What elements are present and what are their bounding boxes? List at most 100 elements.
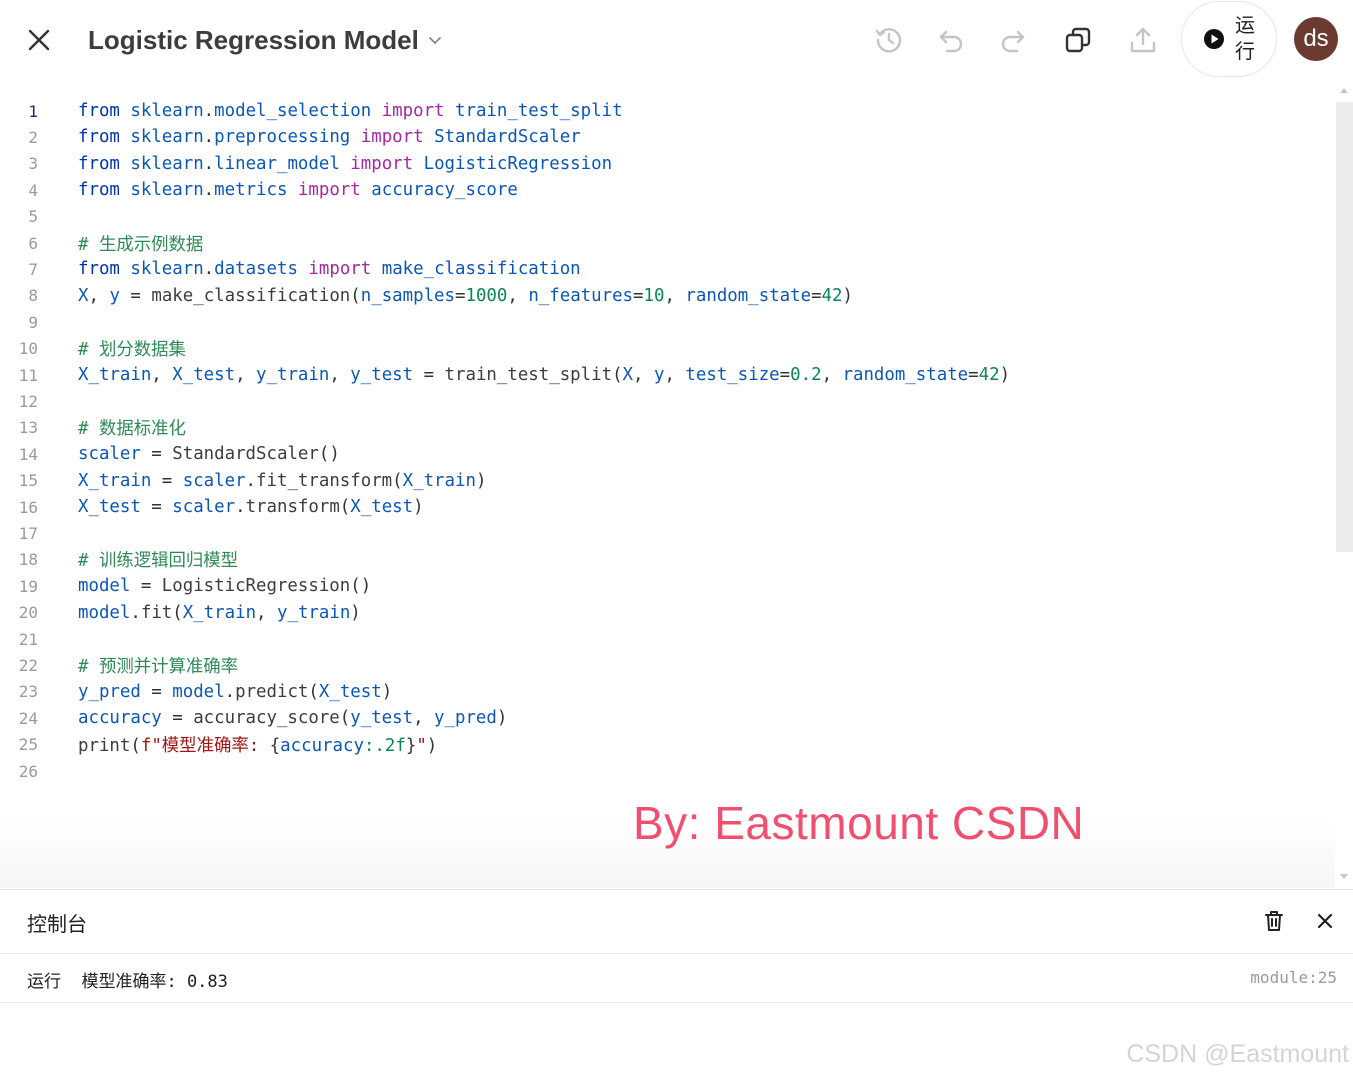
- code-token: n_samples: [360, 285, 455, 306]
- code-token: ): [475, 470, 487, 491]
- code-line[interactable]: 24 accuracy = accuracy_score(y_test, y_pr…: [0, 705, 1335, 731]
- code-token: =: [779, 365, 791, 385]
- copy-button[interactable]: [1058, 20, 1098, 60]
- code-token: from: [78, 153, 120, 174]
- code-token: ,: [664, 365, 686, 385]
- line-number: 24: [18, 708, 38, 728]
- scroll-down-arrow-icon[interactable]: [1340, 874, 1348, 879]
- code-token: (: [339, 708, 351, 729]
- code-token: (): [318, 444, 340, 465]
- editor-scrollbar[interactable]: [1336, 86, 1353, 886]
- code-line[interactable]: 22 # 预测并计算准确率: [0, 652, 1335, 678]
- code-line[interactable]: 5: [0, 204, 1335, 230]
- code-line[interactable]: 12: [0, 388, 1335, 414]
- code-line[interactable]: 23 y_pred = model.predict(X_test): [0, 679, 1335, 705]
- close-console-button[interactable]: [1312, 908, 1338, 934]
- code-token: # 数据标准化: [78, 419, 186, 440]
- code-line[interactable]: 13 # 数据标准化: [0, 415, 1335, 441]
- document-title-dropdown[interactable]: Logistic Regression Model: [88, 22, 443, 58]
- code-token: sklearn: [130, 101, 204, 121]
- line-number: 25: [18, 735, 38, 755]
- code-line[interactable]: 1 from sklearn.model_selection import tra…: [0, 98, 1335, 124]
- code-token: fit: [140, 602, 173, 623]
- code-text: model.fit(X_train, y_train): [78, 603, 361, 623]
- code-token: ": [416, 736, 427, 757]
- code-line[interactable]: 7 from sklearn.datasets import make_class…: [0, 256, 1335, 282]
- code-token: y_pred: [434, 708, 497, 729]
- code-text: # 生成示例数据: [78, 231, 203, 256]
- code-token: scaler: [78, 444, 141, 465]
- code-line[interactable]: 20 model.fit(X_train, y_train): [0, 600, 1335, 626]
- code-line[interactable]: 16 X_test = scaler.transform(X_test): [0, 494, 1335, 520]
- code-token: sklearn: [130, 180, 204, 201]
- code-line[interactable]: 8 X, y = make_classification(n_samples=10…: [0, 283, 1335, 309]
- code-line[interactable]: 14 scaler = StandardScaler(): [0, 441, 1335, 467]
- code-editor[interactable]: 1 from sklearn.model_selection import tra…: [0, 97, 1335, 887]
- scrollbar-thumb[interactable]: [1336, 102, 1353, 552]
- code-text: # 训练逻辑回归模型: [78, 547, 238, 572]
- scroll-up-arrow-icon[interactable]: [1340, 88, 1348, 93]
- code-line[interactable]: 3 from sklearn.linear_model import Logist…: [0, 151, 1335, 177]
- code-token: model: [78, 576, 131, 597]
- code-token: ): [413, 497, 424, 517]
- code-line[interactable]: 10 # 划分数据集: [0, 336, 1335, 362]
- code-line[interactable]: 26: [0, 758, 1335, 784]
- line-number: 18: [18, 550, 38, 570]
- code-token: ): [496, 708, 508, 729]
- line-number: 22: [18, 655, 38, 675]
- code-token: =: [633, 285, 644, 306]
- export-button[interactable]: [1123, 20, 1163, 60]
- code-token: ,: [413, 708, 435, 729]
- code-line[interactable]: 18 # 训练逻辑回归模型: [0, 547, 1335, 573]
- code-text: from sklearn.datasets import make_classi…: [78, 259, 581, 279]
- code-token: X_test: [318, 681, 382, 702]
- code-token: LogisticRegression: [161, 576, 351, 597]
- undo-button[interactable]: [931, 20, 971, 60]
- code-text: # 预测并计算准确率: [78, 653, 238, 678]
- code-line[interactable]: 11 X_train, X_test, y_train, y_test = tra…: [0, 362, 1335, 388]
- history-button[interactable]: [869, 20, 909, 60]
- author-watermark: By: Eastmount CSDN: [633, 797, 1085, 849]
- code-token: import: [297, 180, 361, 201]
- code-text: accuracy = accuracy_score(y_test, y_pred…: [78, 708, 507, 728]
- code-token: ,: [664, 285, 686, 306]
- code-token: .: [203, 101, 215, 121]
- console-source-link[interactable]: module:25: [1250, 968, 1337, 987]
- code-token: test_size: [685, 365, 780, 385]
- code-token: from: [78, 127, 120, 148]
- code-line[interactable]: 15 X_train = scaler.fit_transform(X_train…: [0, 468, 1335, 494]
- code-token: ): [999, 365, 1011, 385]
- code-text: from sklearn.linear_model import Logisti…: [78, 154, 612, 174]
- code-line[interactable]: 9: [0, 309, 1335, 335]
- code-line[interactable]: 17: [0, 520, 1335, 546]
- code-line[interactable]: 19 model = LogisticRegression(): [0, 573, 1335, 599]
- avatar[interactable]: ds: [1294, 17, 1338, 61]
- code-text: from sklearn.metrics import accuracy_sco…: [78, 180, 518, 200]
- code-token: random_state: [842, 365, 969, 385]
- code-token: ): [842, 285, 853, 306]
- clear-console-button[interactable]: [1261, 908, 1287, 934]
- run-button-label: 运行: [1235, 15, 1255, 63]
- redo-button[interactable]: [993, 20, 1033, 60]
- run-button[interactable]: 运行: [1181, 1, 1277, 77]
- code-line[interactable]: 21: [0, 626, 1335, 652]
- code-token: sklearn: [130, 259, 204, 280]
- code-token: y_train: [277, 602, 351, 623]
- code-line[interactable]: 2 from sklearn.preprocessing import Stand…: [0, 124, 1335, 150]
- code-token: X_train: [78, 365, 152, 385]
- code-line[interactable]: 4 from sklearn.metrics import accuracy_sc…: [0, 177, 1335, 203]
- close-button[interactable]: [22, 23, 56, 57]
- code-line[interactable]: 25 print(f"模型准确率: {accuracy:.2f}"): [0, 732, 1335, 758]
- code-line[interactable]: 6 # 生成示例数据: [0, 230, 1335, 256]
- code-token: (: [308, 681, 319, 702]
- console-panel: 控制台 运行 模型准确率: 0.83 module:25 CSDN @Eastm…: [0, 889, 1353, 1079]
- code-token: .: [245, 470, 257, 491]
- console-header: 控制台: [0, 890, 1353, 954]
- code-token: metrics: [214, 180, 288, 201]
- code-token: # 生成示例数据: [78, 234, 204, 255]
- code-token: ): [426, 736, 438, 757]
- console-log-row: 运行 模型准确率: 0.83 module:25: [0, 954, 1353, 1003]
